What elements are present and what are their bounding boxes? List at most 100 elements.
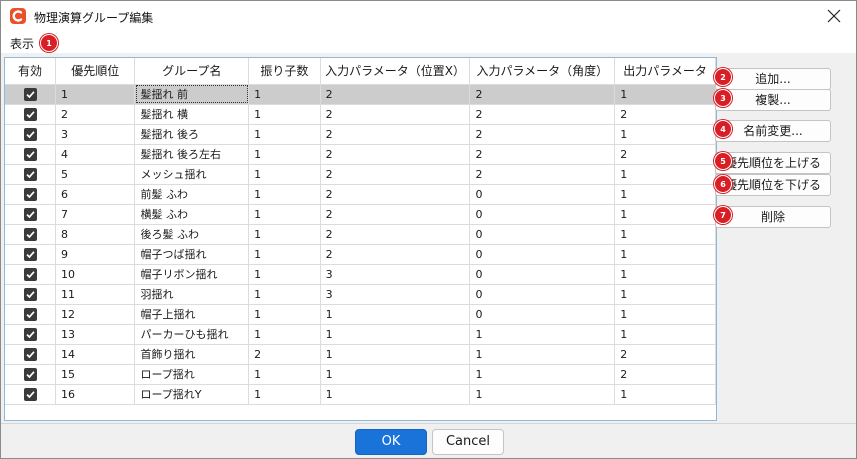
input-position-x-cell[interactable]: 2 <box>320 204 471 225</box>
table-row[interactable]: 4 髪揺れ 後ろ左右 1 2 2 2 <box>5 144 716 165</box>
input-position-x-cell[interactable]: 2 <box>320 244 471 265</box>
enabled-checkbox[interactable] <box>23 167 37 181</box>
output-parameter-cell[interactable]: 1 <box>614 164 716 185</box>
output-parameter-cell[interactable]: 1 <box>614 224 716 245</box>
pendulum-count-cell[interactable]: 1 <box>248 364 321 385</box>
group-name-cell[interactable]: 帽子リボン揺れ <box>134 264 250 285</box>
group-name-cell[interactable]: 髪揺れ 後ろ <box>134 124 250 145</box>
priority-cell[interactable]: 1 <box>55 84 136 105</box>
table-row[interactable]: 8 後ろ髪 ふわ 1 2 0 1 <box>5 224 716 245</box>
enabled-checkbox[interactable] <box>23 287 37 301</box>
input-position-x-cell[interactable]: 2 <box>320 144 471 165</box>
table-row[interactable]: 15 ロープ揺れ 1 1 1 2 <box>5 364 716 385</box>
priority-cell[interactable]: 6 <box>55 184 136 205</box>
priority-cell[interactable]: 10 <box>55 264 136 285</box>
input-angle-cell[interactable]: 1 <box>469 324 616 345</box>
output-parameter-cell[interactable]: 1 <box>614 84 716 105</box>
priority-cell[interactable]: 12 <box>55 304 136 325</box>
priority-cell[interactable]: 3 <box>55 124 136 145</box>
header-pendulum-count[interactable]: 振り子数 <box>248 58 321 85</box>
input-position-x-cell[interactable]: 2 <box>320 84 471 105</box>
table-row[interactable]: 2 髪揺れ 横1222 <box>5 104 716 125</box>
input-angle-cell[interactable]: 0 <box>469 224 616 245</box>
enabled-checkbox[interactable] <box>23 107 37 121</box>
input-position-x-cell[interactable]: 2 <box>320 124 471 145</box>
enabled-checkbox[interactable] <box>23 267 37 281</box>
output-parameter-cell[interactable]: 2 <box>614 344 716 365</box>
group-name-cell[interactable]: 首飾り揺れ <box>134 344 250 365</box>
group-name-cell[interactable]: 帽子つば揺れ <box>134 244 250 265</box>
input-angle-cell[interactable]: 1 <box>469 344 616 365</box>
pendulum-count-cell[interactable]: 1 <box>248 124 321 145</box>
output-parameter-cell[interactable]: 2 <box>614 364 716 385</box>
table-row[interactable]: 14 首飾り揺れ 2 1 1 2 <box>5 344 716 365</box>
input-position-x-cell[interactable]: 2 <box>320 224 471 245</box>
table-row[interactable]: 10 帽子リボン揺れ 1 3 0 1 <box>5 264 716 285</box>
delete-button[interactable]: 削除 <box>715 206 831 228</box>
close-button[interactable] <box>821 5 847 27</box>
group-name-cell[interactable]: ロープ揺れ <box>134 364 250 385</box>
group-name-cell[interactable]: 羽揺れ <box>134 284 250 305</box>
group-name-cell[interactable]: 髪揺れ 横 <box>134 104 250 125</box>
pendulum-count-cell[interactable]: 1 <box>248 324 321 345</box>
priority-cell[interactable]: 8 <box>55 224 136 245</box>
enabled-checkbox[interactable] <box>23 227 37 241</box>
header-priority[interactable]: 優先順位 <box>55 58 136 85</box>
pendulum-count-cell[interactable]: 1 <box>248 104 321 125</box>
pendulum-count-cell[interactable]: 1 <box>248 144 321 165</box>
group-table[interactable]: 有効 優先順位 グループ名 振り子数 入力パラメータ（位置X） 入力パラメータ（… <box>4 57 717 421</box>
rename-button[interactable]: 名前変更... <box>715 120 831 142</box>
input-position-x-cell[interactable]: 3 <box>320 264 471 285</box>
table-row[interactable]: 12 帽子上揺れ 1 1 0 1 <box>5 304 716 325</box>
table-row[interactable]: 9 帽子つば揺れ 1 2 0 1 <box>5 244 716 265</box>
input-position-x-cell[interactable]: 1 <box>320 384 471 405</box>
input-angle-cell[interactable]: 1 <box>469 364 616 385</box>
priority-cell[interactable]: 14 <box>55 344 136 365</box>
input-angle-cell[interactable]: 2 <box>469 144 616 165</box>
header-input-position-x[interactable]: 入力パラメータ（位置X） <box>320 58 471 85</box>
group-name-cell[interactable]: 横髪 ふわ <box>134 204 250 225</box>
priority-cell[interactable]: 15 <box>55 364 136 385</box>
group-name-cell[interactable]: メッシュ揺れ <box>134 164 250 185</box>
pendulum-count-cell[interactable]: 1 <box>248 264 321 285</box>
table-row[interactable]: 13 パーカーひも揺れ 1 1 1 1 <box>5 324 716 345</box>
pendulum-count-cell[interactable]: 1 <box>248 224 321 245</box>
output-parameter-cell[interactable]: 1 <box>614 304 716 325</box>
group-name-cell[interactable]: パーカーひも揺れ <box>134 324 250 345</box>
output-parameter-cell[interactable]: 1 <box>614 244 716 265</box>
input-angle-cell[interactable]: 0 <box>469 264 616 285</box>
pendulum-count-cell[interactable]: 1 <box>248 384 321 405</box>
group-name-cell[interactable]: 帽子上揺れ <box>134 304 250 325</box>
output-parameter-cell[interactable]: 1 <box>614 324 716 345</box>
table-row[interactable]: 11 羽揺れ 1 3 0 1 <box>5 284 716 305</box>
table-row[interactable]: 6 前髪 ふわ 1 2 0 1 <box>5 184 716 205</box>
input-angle-cell[interactable]: 2 <box>469 104 616 125</box>
table-row[interactable]: 16 ロープ揺れY 1 1 1 1 <box>5 384 716 405</box>
group-name-cell[interactable]: 後ろ髪 ふわ <box>134 224 250 245</box>
header-output-parameter[interactable]: 出力パラメータ <box>614 58 716 85</box>
priority-cell[interactable]: 16 <box>55 384 136 405</box>
priority-cell[interactable]: 2 <box>55 104 136 125</box>
pendulum-count-cell[interactable]: 1 <box>248 244 321 265</box>
enabled-checkbox[interactable] <box>23 327 37 341</box>
input-position-x-cell[interactable]: 1 <box>320 364 471 385</box>
add-button[interactable]: 追加... <box>715 68 831 90</box>
priority-cell[interactable]: 7 <box>55 204 136 225</box>
pendulum-count-cell[interactable]: 1 <box>248 304 321 325</box>
group-name-cell[interactable]: 前髪 ふわ <box>134 184 250 205</box>
enabled-checkbox[interactable] <box>23 387 37 401</box>
enabled-checkbox[interactable] <box>23 307 37 321</box>
input-angle-cell[interactable]: 1 <box>469 384 616 405</box>
table-row[interactable]: 3 髪揺れ 後ろ 1 2 2 1 <box>5 124 716 145</box>
input-angle-cell[interactable]: 0 <box>469 284 616 305</box>
enabled-checkbox[interactable] <box>23 367 37 381</box>
input-angle-cell[interactable]: 2 <box>469 124 616 145</box>
priority-cell[interactable]: 11 <box>55 284 136 305</box>
enabled-checkbox[interactable] <box>23 247 37 261</box>
input-position-x-cell[interactable]: 2 <box>320 164 471 185</box>
pendulum-count-cell[interactable]: 1 <box>248 204 321 225</box>
input-position-x-cell[interactable]: 1 <box>320 324 471 345</box>
output-parameter-cell[interactable]: 1 <box>614 284 716 305</box>
pendulum-count-cell[interactable]: 2 <box>248 344 321 365</box>
duplicate-button[interactable]: 複製... <box>715 89 831 111</box>
